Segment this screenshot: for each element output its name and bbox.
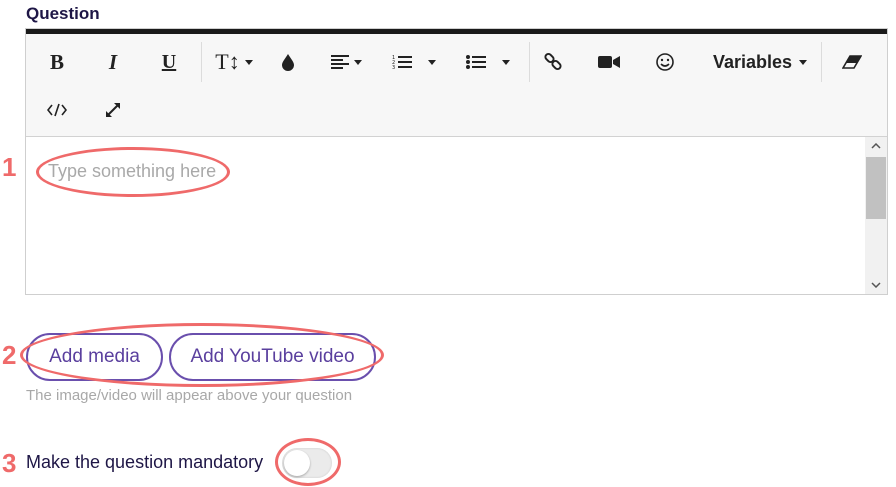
annotation-number-1: 1	[2, 152, 17, 182]
underline-button[interactable]: U	[154, 42, 184, 82]
mandatory-label: Make the question mandatory	[26, 452, 264, 472]
eraser-icon	[842, 55, 862, 69]
media-hint-text: The image/video will appear above your q…	[26, 387, 353, 404]
annotation-number-3: 3	[2, 448, 17, 478]
annotation-oval-3	[275, 438, 341, 486]
ink-drop-icon	[282, 54, 294, 71]
italic-button[interactable]: I	[98, 42, 128, 82]
insert-link-button[interactable]	[540, 42, 566, 82]
align-dropdown[interactable]	[326, 42, 366, 82]
scroll-down-button[interactable]	[865, 276, 887, 294]
text-color-button[interactable]	[276, 42, 300, 82]
chevron-down-icon	[871, 282, 881, 288]
scrollbar-thumb[interactable]	[866, 157, 886, 219]
chevron-down-icon	[799, 59, 808, 65]
svg-text:3: 3	[392, 65, 395, 70]
annotation-number-2: 2	[2, 340, 17, 370]
chevron-down-icon	[428, 59, 436, 65]
fullscreen-button[interactable]	[100, 90, 126, 130]
toolbar-separator	[201, 42, 202, 82]
bold-button[interactable]: B	[42, 42, 72, 82]
expand-icon	[106, 103, 120, 117]
ordered-list-dropdown[interactable]: 1 2 3	[388, 42, 440, 82]
smiley-icon	[656, 53, 674, 71]
variables-label: Variables	[712, 51, 793, 72]
bullet-list-dropdown[interactable]	[462, 42, 514, 82]
align-left-icon	[330, 55, 349, 69]
insert-emoji-button[interactable]	[652, 42, 678, 82]
text-size-dropdown[interactable]: T↕	[214, 42, 254, 82]
video-camera-icon	[598, 56, 620, 68]
text-size-icon: T↕	[215, 49, 240, 74]
bullet-list-icon	[466, 55, 486, 69]
question-label: Question	[26, 4, 100, 23]
clear-formatting-button[interactable]	[838, 42, 866, 82]
variables-dropdown[interactable]: Variables	[708, 42, 812, 82]
scroll-up-button[interactable]	[865, 137, 887, 155]
chevron-down-icon	[244, 59, 253, 65]
toolbar-separator	[529, 42, 530, 82]
toolbar-separator	[821, 42, 822, 82]
link-icon	[544, 52, 562, 71]
chevron-down-icon	[502, 59, 510, 65]
annotation-oval-2	[20, 323, 384, 387]
source-code-button[interactable]	[44, 90, 70, 130]
chevron-down-icon	[353, 59, 362, 65]
annotation-oval-1	[36, 147, 230, 197]
insert-video-button[interactable]	[596, 42, 622, 82]
editor-scrollbar[interactable]	[865, 137, 887, 294]
ordered-list-icon: 1 2 3	[392, 55, 412, 70]
editor-toolbar: B I U T↕ 1 2 3 Variables	[26, 34, 887, 137]
chevron-up-icon	[871, 143, 881, 149]
code-icon	[47, 103, 67, 117]
